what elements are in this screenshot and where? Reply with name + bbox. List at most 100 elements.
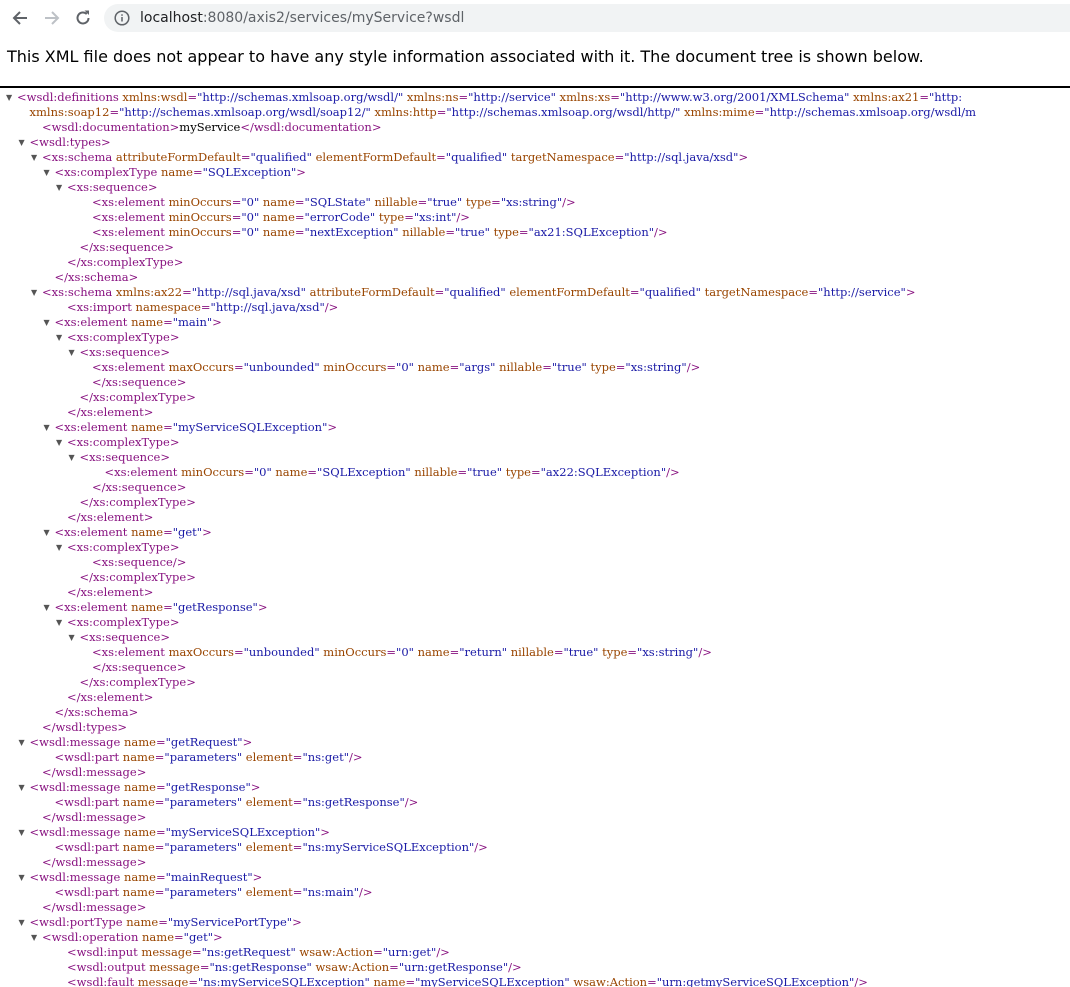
xml-tag: <wsdl:input <box>67 945 138 959</box>
xml-line: <xs:complexType> <box>67 615 179 630</box>
xml-attribute: name <box>259 225 295 239</box>
collapse-toggle-icon[interactable]: ▼ <box>31 285 37 300</box>
collapse-toggle-icon[interactable]: ▼ <box>44 525 50 540</box>
xml-value: "ns:getResponse" <box>209 960 312 974</box>
collapse-toggle-icon[interactable]: ▼ <box>56 540 62 555</box>
collapse-toggle-icon[interactable]: ▼ <box>56 615 62 630</box>
xml-tag: = <box>233 360 244 374</box>
xml-line: <wsdl:message name="getResponse"> <box>30 780 261 795</box>
xml-tag: = <box>154 795 165 809</box>
xml-tag: = <box>163 525 173 539</box>
xml-attribute: name <box>127 525 164 539</box>
xml-line: </xs:sequence> <box>80 240 174 255</box>
xml-attribute: type <box>489 225 519 239</box>
xml-attribute: type <box>586 360 616 374</box>
xml-tag: = <box>154 885 165 899</box>
collapse-toggle-icon[interactable]: ▼ <box>19 735 25 750</box>
xml-value: "xs:string" <box>500 195 563 209</box>
xml-tag: </xs:complexType> <box>79 570 196 584</box>
collapse-toggle-icon[interactable]: ▼ <box>69 630 75 645</box>
url-text[interactable]: localhost:8080/axis2/services/myService?… <box>140 9 464 27</box>
xml-value: "qualified" <box>250 150 312 164</box>
xml-tag: > <box>202 525 212 539</box>
xml-line: <xs:element name="myServiceSQLException"… <box>55 420 338 435</box>
xml-value: "ns:myServiceSQLException" <box>197 975 370 987</box>
xml-value: "true" <box>563 645 599 659</box>
xml-attribute: name <box>138 930 175 944</box>
xml-value: "0" <box>396 645 414 659</box>
collapse-toggle-icon[interactable]: ▼ <box>56 180 62 195</box>
back-button[interactable] <box>7 5 33 31</box>
xml-tag: /> <box>508 960 522 974</box>
collapse-toggle-icon[interactable]: ▼ <box>19 135 25 150</box>
xml-value: "0" <box>396 360 414 374</box>
xml-tag: <wsdl:fault <box>67 975 135 987</box>
xml-value: "return" <box>459 645 508 659</box>
xml-tag: = <box>155 870 166 884</box>
xml-tag: = <box>389 960 399 974</box>
collapse-toggle-icon[interactable]: ▼ <box>19 780 25 795</box>
collapse-toggle-icon[interactable]: ▼ <box>44 315 50 330</box>
xml-tag: <xs:complexType> <box>67 435 180 449</box>
xml-attribute: name <box>120 870 156 884</box>
collapse-toggle-icon[interactable]: ▼ <box>31 930 37 945</box>
xml-tag: </xs:complexType> <box>79 495 196 509</box>
collapse-toggle-icon[interactable]: ▼ <box>69 345 75 360</box>
collapse-toggle-icon[interactable]: ▼ <box>31 150 37 165</box>
xml-tag: > <box>212 315 222 329</box>
collapse-toggle-icon[interactable]: ▼ <box>6 90 12 105</box>
xml-tag: </xs:complexType> <box>67 255 184 269</box>
xml-line: <xs:sequence/> <box>92 555 186 570</box>
xml-attribute: message <box>145 960 200 974</box>
xml-tag: = <box>187 90 198 104</box>
xml-value: "ax22:SQLException" <box>540 465 667 479</box>
xml-value: "parameters" <box>164 795 243 809</box>
xml-value: "SQLException" <box>202 165 297 179</box>
collapse-toggle-icon[interactable]: ▼ <box>56 330 62 345</box>
xml-tag: > <box>296 165 306 179</box>
xml-tag: /> <box>474 840 488 854</box>
xml-attribute: name <box>119 795 155 809</box>
xml-attribute: name <box>413 645 450 659</box>
xml-attribute: xmlns:ns <box>403 90 459 104</box>
collapse-toggle-icon[interactable]: ▼ <box>44 420 50 435</box>
xml-tag: </wsdl:documentation> <box>240 120 382 134</box>
xml-tag: = <box>294 225 305 239</box>
xml-line: <xs:sequence> <box>67 180 157 195</box>
xml-attribute: xmlns:ax21 <box>849 90 920 104</box>
xml-attribute: wsaw:Action <box>311 960 390 974</box>
xml-tag: </xs:sequence> <box>92 660 187 674</box>
collapse-toggle-icon[interactable]: ▼ <box>19 825 25 840</box>
xml-attribute: name <box>127 600 164 614</box>
collapse-toggle-icon[interactable]: ▼ <box>56 435 62 450</box>
xml-value: "myServiceSQLException" <box>415 975 570 987</box>
collapse-toggle-icon[interactable]: ▼ <box>19 870 25 885</box>
xml-attribute: xmlns:xs <box>555 90 611 104</box>
xml-attribute: maxOccurs <box>164 360 234 374</box>
xml-tag: = <box>629 285 640 299</box>
xml-attribute: element <box>242 840 293 854</box>
arrow-right-icon <box>45 11 60 25</box>
xml-attribute: element <box>242 795 293 809</box>
xml-value: "http://schemas.xmlsoap.org/wsdl/m <box>764 105 977 119</box>
xml-tag: = <box>615 360 626 374</box>
xml-attribute: name <box>369 975 406 987</box>
collapse-toggle-icon[interactable]: ▼ <box>69 450 75 465</box>
forward-button[interactable] <box>39 5 65 31</box>
xml-attribute: message <box>137 945 192 959</box>
collapse-toggle-icon[interactable]: ▼ <box>44 600 50 615</box>
xml-value: "http://schemas.xmlsoap.org/wsdl/http/" <box>446 105 681 119</box>
xml-value: "qualified" <box>445 150 508 164</box>
xml-value: "urn:getmyServiceSQLException" <box>656 975 855 987</box>
info-icon[interactable] <box>114 10 130 26</box>
reload-button[interactable] <box>70 5 96 31</box>
address-bar[interactable]: localhost:8080/axis2/services/myService?… <box>104 4 1070 32</box>
xml-line: <wsdl:definitions xmlns:wsdl="http://sch… <box>17 90 962 105</box>
xml-tag: = <box>163 600 173 614</box>
collapse-toggle-icon[interactable]: ▼ <box>19 915 25 930</box>
xml-attribute: element <box>242 885 293 899</box>
collapse-toggle-icon[interactable]: ▼ <box>44 165 50 180</box>
xml-value: "http://sql.java/xsd" <box>210 300 325 314</box>
xml-value: "parameters" <box>164 750 243 764</box>
xml-value: "true" <box>427 195 463 209</box>
